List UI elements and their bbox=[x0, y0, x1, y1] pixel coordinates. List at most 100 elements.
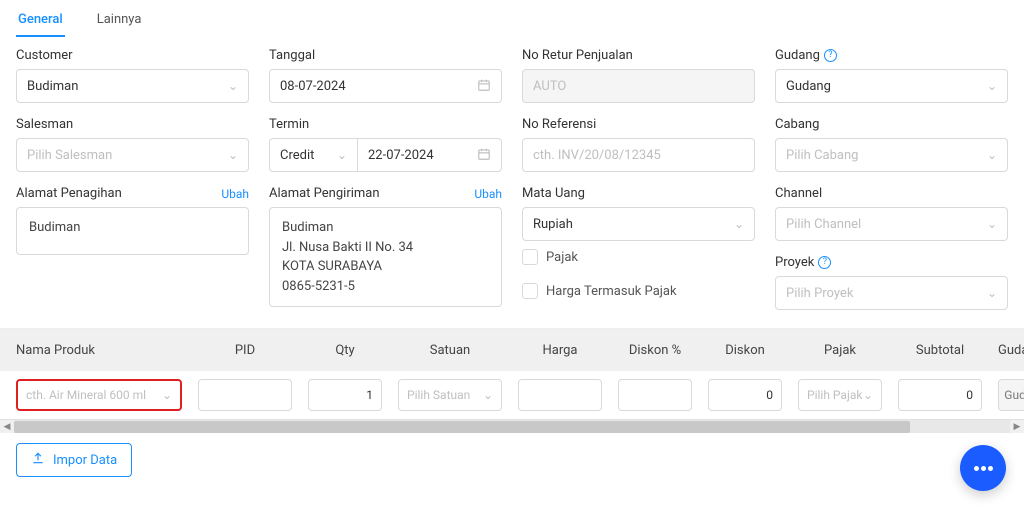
shipping-address-box[interactable]: Budiman Jl. Nusa Bakti II No. 34 KOTA SU… bbox=[269, 207, 502, 307]
ship-phone: 0865-5231-5 bbox=[282, 277, 489, 297]
tab-lainnya[interactable]: Lainnya bbox=[95, 6, 144, 37]
ubah-pengiriman-link[interactable]: Ubah bbox=[474, 187, 502, 201]
label-customer: Customer bbox=[16, 48, 73, 63]
field-alamat-penagihan: Alamat Penagihan Ubah Budiman bbox=[16, 186, 249, 310]
salesman-placeholder: Pilih Salesman bbox=[27, 148, 112, 163]
chevron-down-icon: ⌄ bbox=[228, 148, 238, 162]
tab-general[interactable]: General bbox=[16, 6, 65, 37]
diskon-input[interactable]: 0 bbox=[708, 379, 782, 411]
pajak-checkbox[interactable] bbox=[522, 249, 538, 265]
impor-data-button[interactable]: Impor Data bbox=[16, 443, 132, 477]
field-alamat-pengiriman: Alamat Pengiriman Ubah Budiman Jl. Nusa … bbox=[269, 186, 502, 310]
chevron-down-icon: ⌄ bbox=[162, 388, 172, 402]
scroll-right-icon[interactable]: ▶ bbox=[1010, 420, 1024, 434]
termin-date-value: 22-07-2024 bbox=[368, 148, 434, 163]
diskon-value: 0 bbox=[766, 388, 773, 402]
channel-select[interactable]: Pilih Channel ⌄ bbox=[775, 207, 1008, 241]
no-retur-value: AUTO bbox=[533, 79, 566, 94]
impor-label: Impor Data bbox=[53, 453, 117, 468]
label-mata-uang: Mata Uang bbox=[522, 186, 585, 201]
th-produk: Nama Produk bbox=[0, 343, 190, 358]
produk-select[interactable]: cth. Air Mineral 600 ml ⌄ bbox=[16, 379, 182, 411]
label-proyek: Proyek bbox=[775, 255, 814, 270]
qty-value: 1 bbox=[366, 388, 373, 402]
scroll-left-icon[interactable]: ◀ bbox=[0, 420, 14, 434]
no-ref-placeholder: cth. INV/20/08/12345 bbox=[533, 148, 661, 163]
ship-city: KOTA SURABAYA bbox=[282, 257, 489, 277]
diskonp-input[interactable] bbox=[618, 379, 692, 411]
tanggal-value: 08-07-2024 bbox=[280, 79, 346, 94]
tanggal-input[interactable]: 08-07-2024 bbox=[269, 69, 502, 103]
chevron-down-icon: ⌄ bbox=[483, 388, 493, 402]
harga-termasuk-label: Harga Termasuk Pajak bbox=[546, 284, 677, 299]
scroll-thumb[interactable] bbox=[14, 421, 910, 433]
pajak-checkbox-row[interactable]: Pajak bbox=[522, 249, 755, 265]
pajak-placeholder: Pilih Pajak bbox=[807, 388, 862, 402]
scroll-track[interactable] bbox=[14, 420, 1010, 434]
chevron-down-icon: ⌄ bbox=[987, 217, 997, 231]
qty-input[interactable]: 1 bbox=[308, 379, 382, 411]
salesman-select[interactable]: Pilih Salesman ⌄ bbox=[16, 138, 249, 172]
th-pid: PID bbox=[190, 343, 300, 358]
row-gudang-cell: Gudang bbox=[998, 379, 1024, 411]
th-gudang: Guda bbox=[990, 343, 1024, 358]
label-termin: Termin bbox=[269, 117, 309, 132]
label-tanggal: Tanggal bbox=[269, 48, 315, 63]
field-gudang: Gudang ? Gudang ⌄ bbox=[775, 48, 1008, 103]
satuan-placeholder: Pilih Satuan bbox=[407, 388, 470, 402]
help-icon[interactable]: ? bbox=[818, 256, 831, 269]
customer-select[interactable]: Budiman ⌄ bbox=[16, 69, 249, 103]
chevron-down-icon: ⌄ bbox=[337, 148, 347, 162]
label-salesman: Salesman bbox=[16, 117, 73, 132]
cabang-select[interactable]: Pilih Cabang ⌄ bbox=[775, 138, 1008, 172]
field-no-ref: No Referensi cth. INV/20/08/12345 bbox=[522, 117, 755, 172]
termin-select[interactable]: Credit ⌄ bbox=[269, 138, 357, 172]
subtotal-input[interactable]: 0 bbox=[898, 379, 982, 411]
chat-fab[interactable] bbox=[960, 445, 1006, 491]
mata-uang-select[interactable]: Rupiah ⌄ bbox=[522, 207, 755, 241]
tabs: General Lainnya bbox=[0, 0, 1024, 38]
label-cabang: Cabang bbox=[775, 117, 819, 132]
gudang-value: Gudang bbox=[786, 79, 831, 94]
ubah-penagihan-link[interactable]: Ubah bbox=[221, 187, 249, 201]
footer: Impor Data bbox=[0, 433, 1024, 487]
label-no-retur: No Retur Penjualan bbox=[522, 48, 633, 63]
pajak-label: Pajak bbox=[546, 250, 578, 265]
termin-date-input[interactable]: 22-07-2024 bbox=[357, 138, 502, 172]
help-icon[interactable]: ? bbox=[824, 49, 837, 62]
harga-termasuk-checkbox-row[interactable]: Harga Termasuk Pajak bbox=[522, 283, 755, 299]
chevron-down-icon: ⌄ bbox=[228, 79, 238, 93]
pajak-select[interactable]: Pilih Pajak ⌄ bbox=[798, 379, 882, 411]
gudang-select[interactable]: Gudang ⌄ bbox=[775, 69, 1008, 103]
label-gudang: Gudang bbox=[775, 48, 820, 63]
th-diskon: Diskon bbox=[700, 343, 790, 358]
horizontal-scrollbar[interactable]: ◀ ▶ bbox=[0, 419, 1024, 433]
customer-value: Budiman bbox=[27, 79, 78, 94]
cabang-placeholder: Pilih Cabang bbox=[786, 148, 858, 163]
produk-placeholder: cth. Air Mineral 600 ml bbox=[26, 388, 146, 402]
billing-address-box[interactable]: Budiman bbox=[16, 207, 249, 255]
line-items-table: Nama Produk PID Qty Satuan Harga Diskon … bbox=[0, 328, 1024, 433]
ship-name: Budiman bbox=[282, 218, 489, 238]
subtotal-value: 0 bbox=[966, 388, 973, 402]
chat-icon bbox=[974, 466, 993, 471]
label-alamat-penagihan: Alamat Penagihan bbox=[16, 186, 122, 201]
th-subtotal: Subtotal bbox=[890, 343, 990, 358]
form-area: Customer Budiman ⌄ Tanggal 08-07-2024 No… bbox=[0, 38, 1024, 310]
harga-termasuk-checkbox[interactable] bbox=[522, 283, 538, 299]
field-termin: Termin Credit ⌄ 22-07-2024 bbox=[269, 117, 502, 172]
label-channel: Channel bbox=[775, 186, 822, 201]
th-pajak: Pajak bbox=[790, 343, 890, 358]
satuan-select[interactable]: Pilih Satuan ⌄ bbox=[398, 379, 502, 411]
pid-input[interactable] bbox=[198, 379, 292, 411]
chevron-down-icon: ⌄ bbox=[863, 388, 873, 402]
field-no-retur: No Retur Penjualan AUTO bbox=[522, 48, 755, 103]
field-cabang: Cabang Pilih Cabang ⌄ bbox=[775, 117, 1008, 172]
no-ref-input[interactable]: cth. INV/20/08/12345 bbox=[522, 138, 755, 172]
field-customer: Customer Budiman ⌄ bbox=[16, 48, 249, 103]
calendar-icon bbox=[477, 78, 491, 95]
harga-input[interactable] bbox=[518, 379, 602, 411]
proyek-select[interactable]: Pilih Proyek ⌄ bbox=[775, 276, 1008, 310]
th-qty: Qty bbox=[300, 343, 390, 358]
channel-placeholder: Pilih Channel bbox=[786, 217, 861, 232]
